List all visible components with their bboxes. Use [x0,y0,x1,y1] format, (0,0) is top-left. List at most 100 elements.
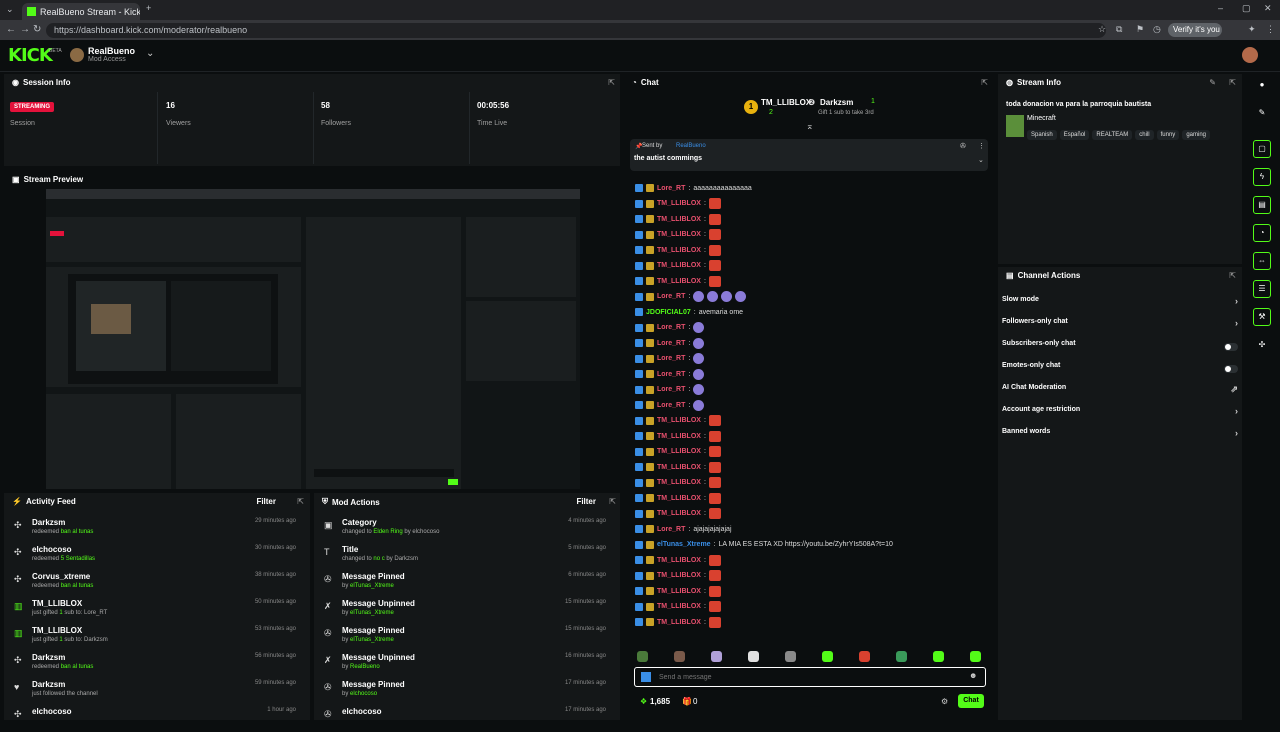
stream-tag[interactable]: REALTEAM [1092,130,1133,140]
quick-emote[interactable] [970,651,981,662]
chat-emote[interactable] [708,616,721,628]
popout-icon[interactable]: ⇱ [1229,271,1236,280]
activity-detail-highlight[interactable]: ban al tunas [61,664,94,670]
quick-emote[interactable] [859,651,870,662]
activity-name[interactable]: Corvus_xtreme [32,572,90,581]
mod-action-item[interactable]: T Title changed to no c by Darkzsm 5 minute… [314,543,614,570]
chat-emote[interactable] [708,461,721,473]
chat-message[interactable]: Lore_RT: [635,353,705,365]
pinned-menu-icon[interactable]: ⋮ [978,142,985,150]
chat-username[interactable]: JDOFICIAL07 [646,309,691,316]
gift-hint[interactable]: Gift 1 sub to take 3rd [818,110,874,116]
chat-message[interactable]: TM_LLIBLOX: [635,260,721,272]
toggle-switch[interactable] [1224,365,1238,373]
chat-message[interactable]: Lore_RT: ajajajajajajaj [635,523,732,535]
chat-username[interactable]: TM_LLIBLOX [657,510,701,517]
chat-message[interactable]: TM_LLIBLOX: [635,430,721,442]
chat-message[interactable]: TM_LLIBLOX: [635,508,721,520]
chat-emote[interactable] [708,260,721,271]
add-widget-icon[interactable]: ✣ [1253,336,1271,354]
chat-username[interactable]: Lore_RT [657,355,685,362]
extension-icon[interactable]: ⧉ [1116,24,1122,35]
browser-menu-icon[interactable]: ⋮ [1266,24,1275,35]
chat-emote[interactable] [708,213,721,225]
toggle-switch[interactable] [1224,343,1238,351]
mod-action-name[interactable]: Message Pinned [342,680,405,689]
chat-username[interactable]: Lore_RT [657,371,685,378]
chat-message[interactable]: TM_LLIBLOX: [635,601,721,613]
mod-action-name[interactable]: Message Unpinned [342,599,415,608]
channel-points-value[interactable]: 1,685 [650,697,670,706]
chat-emote[interactable] [708,585,721,597]
chat-message[interactable]: Lore_RT: [635,384,705,396]
send-chat-button[interactable]: Chat [958,694,984,708]
chat-message[interactable]: TM_LLIBLOX: [635,275,721,287]
quick-emote[interactable] [896,651,907,662]
chevron-right-icon[interactable]: › [1235,428,1238,438]
quick-emote[interactable] [711,651,722,662]
chat-username[interactable]: Lore_RT [657,185,685,192]
chat-message[interactable]: TM_LLIBLOX: [635,477,721,489]
chat-emote[interactable] [707,291,719,302]
channel-action-followers-only-chat[interactable]: Followers-only chat › [1002,318,1238,336]
channel-action-subscribers-only-chat[interactable]: Subscribers-only chat [1002,340,1238,358]
edit-pencil-icon[interactable]: ✎ [1209,78,1216,87]
forward-icon[interactable]: → [20,24,30,35]
list-widget-icon[interactable]: ☰ [1253,280,1271,298]
edit-layout-icon[interactable]: ✎ [1253,104,1271,122]
chat-message[interactable]: elTunas_Xtreme: LA MIA ES ESTA XD https:/… [635,539,893,551]
channel-action-emotes-only-chat[interactable]: Emotes-only chat [1002,362,1238,380]
back-icon[interactable]: ← [6,24,16,35]
popout-icon[interactable]: ⇱ [297,497,304,506]
mod-action-name[interactable]: Title [342,545,358,554]
chat-username[interactable]: Lore_RT [657,402,685,409]
mod-action-item[interactable]: ✇ elchocoso 17 minutes ago [314,705,614,732]
record-icon[interactable]: ● [1253,76,1271,94]
tab-search-icon[interactable]: ⌄ [6,4,14,15]
chat-emote[interactable] [708,446,721,457]
chat-message[interactable]: Lore_RT: [635,291,747,303]
quick-emote[interactable] [637,651,648,662]
activity-detail-highlight[interactable]: 5 Sentadillas [61,556,95,562]
chat-settings-gear-icon[interactable]: ⚙ [941,697,948,706]
activity-item[interactable]: ▥ TM_LLIBLOX just gifted 1 sub to: Lore_RT… [4,597,304,624]
mod-action-detail-highlight[interactable]: elTunas_Xtreme [350,637,394,643]
pinned-author[interactable]: RealBueno [676,143,706,149]
chat-emote[interactable] [708,477,721,488]
chat-message[interactable]: JDOFICIAL07: avemaria ome [635,306,743,318]
activity-filter-button[interactable]: Filter [256,497,276,506]
chat-widget-icon[interactable]: ◔ [1253,224,1271,242]
kick-logo[interactable]: KICK [8,45,53,66]
activity-name[interactable]: elchocoso [32,545,72,554]
activity-item[interactable]: ✣ elchocoso 1 hour ago [4,705,304,732]
activity-name[interactable]: Darkzsm [32,518,65,527]
stream-tag[interactable]: funny [1156,130,1180,140]
activity-detail-highlight[interactable]: ban al tunas [61,583,94,589]
mod-action-detail-highlight[interactable]: elchocoso [350,691,377,697]
chat-emote[interactable] [708,244,721,256]
chat-username[interactable]: TM_LLIBLOX [657,231,701,238]
activity-item[interactable]: ✣ Darkzsm redeemed ban al tunas 29 minutes … [4,516,304,543]
chat-username[interactable]: TM_LLIBLOX [657,417,701,424]
chat-message[interactable]: TM_LLIBLOX: [635,554,721,566]
chat-message[interactable]: TM_LLIBLOX: [635,213,721,225]
mod-action-detail-highlight[interactable]: RealBueno [350,664,380,670]
user-avatar[interactable] [1242,47,1258,63]
chat-username[interactable]: TM_LLIBLOX [657,464,701,471]
browser-tab[interactable]: RealBueno Stream - Kick Dashbo ✕ [22,3,140,20]
chat-emote[interactable] [693,399,705,411]
screen-widget-icon[interactable]: ▢ [1253,140,1271,158]
mod-action-detail-highlight[interactable]: elTunas_Xtreme [350,583,394,589]
chevron-right-icon[interactable]: › [1235,318,1238,328]
chat-emote[interactable] [708,275,721,287]
chat-username[interactable]: Lore_RT [657,526,685,533]
chat-message[interactable]: TM_LLIBLOX: [635,492,721,504]
activity-name[interactable]: Darkzsm [32,680,65,689]
chat-username[interactable]: TM_LLIBLOX [657,433,701,440]
wrench-widget-icon[interactable]: ⚒ [1253,308,1271,326]
chat-message[interactable]: TM_LLIBLOX: [635,585,721,597]
chat-username[interactable]: TM_LLIBLOX [657,572,701,579]
verify-profile-button[interactable]: Verify it's you [1168,23,1222,37]
address-bar[interactable]: https://dashboard.kick.com/moderator/rea… [46,23,1106,38]
mod-action-detail-highlight[interactable]: Elden Ring [373,529,402,535]
